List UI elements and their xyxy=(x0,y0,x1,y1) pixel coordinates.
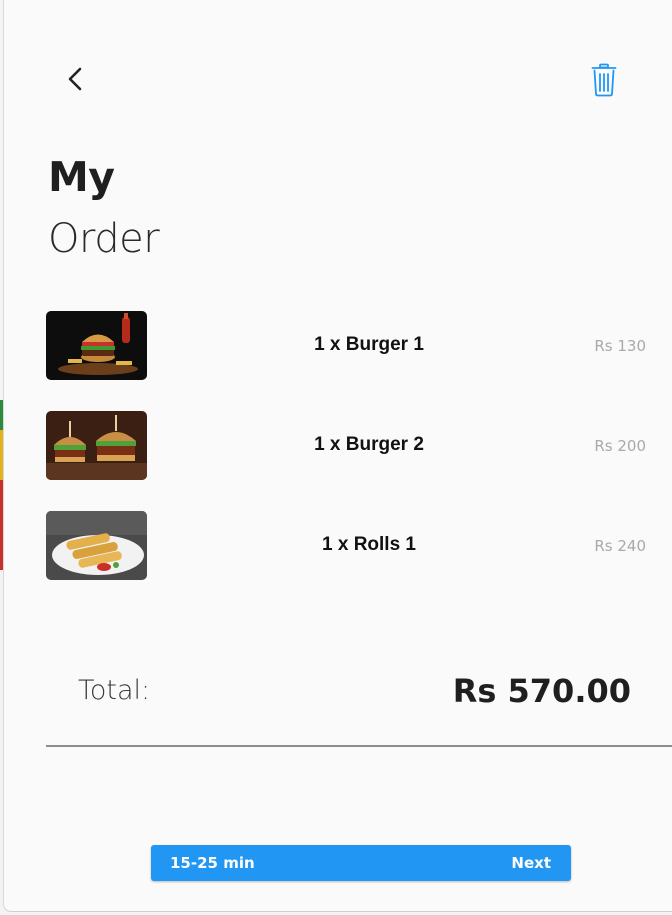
item-price: Rs 200 xyxy=(594,437,646,455)
next-label: Next xyxy=(511,854,551,872)
total-value: Rs 570.00 xyxy=(452,672,631,710)
next-button[interactable]: 15-25 min Next xyxy=(151,845,571,881)
page-subtitle: Order xyxy=(48,216,160,262)
trash-icon xyxy=(591,63,617,97)
burger-photo xyxy=(46,411,147,480)
rolls-photo xyxy=(46,511,147,580)
item-name: 1 x Burger 2 xyxy=(314,434,424,455)
order-item[interactable]: 1 x Burger 1 Rs 130 xyxy=(46,311,646,381)
item-name: 1 x Rolls 1 xyxy=(322,534,416,555)
delivery-time: 15-25 min xyxy=(170,854,255,872)
item-price: Rs 130 xyxy=(594,337,646,355)
burger-photo xyxy=(46,311,147,380)
order-item[interactable]: 1 x Burger 2 Rs 200 xyxy=(46,411,646,481)
item-price: Rs 240 xyxy=(594,537,646,555)
chevron-left-icon xyxy=(68,67,82,91)
back-button[interactable] xyxy=(58,62,92,96)
order-item[interactable]: 1 x Rolls 1 Rs 240 xyxy=(46,511,646,581)
divider xyxy=(46,745,672,747)
page-title: My xyxy=(48,153,115,201)
order-window: My Order 1 x Burger 1 Rs 130 1 x Burger … xyxy=(3,0,672,912)
total-label: Total: xyxy=(78,675,151,706)
item-name: 1 x Burger 1 xyxy=(314,334,424,355)
delete-order-button[interactable] xyxy=(584,60,624,100)
